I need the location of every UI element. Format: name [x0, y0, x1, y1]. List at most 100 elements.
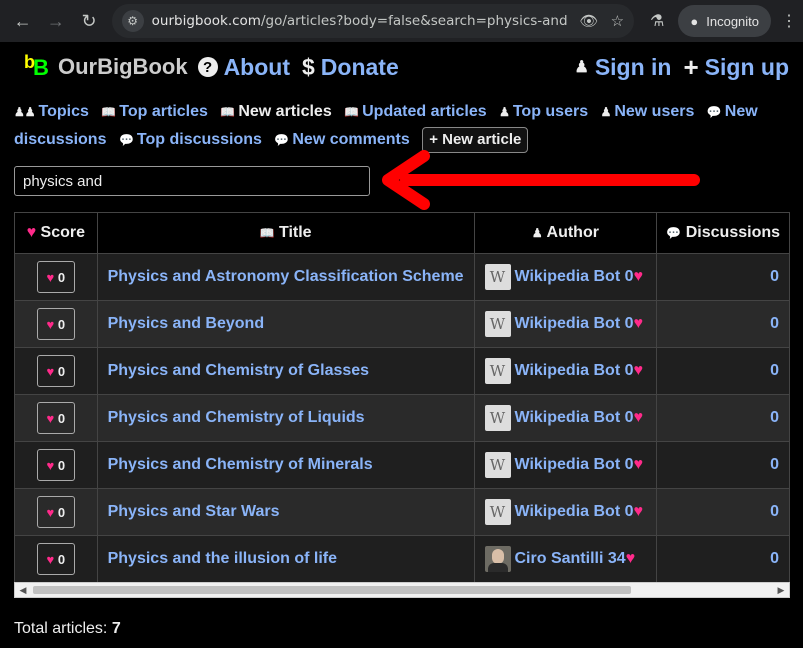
articles-table: ♥ Score 📖 Title ♟ Author 💬 Discussions ♥… [14, 212, 790, 583]
sign-in-link[interactable]: ♟ Sign in [574, 54, 671, 81]
discussions-count-link[interactable]: 0 [770, 503, 779, 520]
address-bar[interactable]: ⚙ ourbigbook.com/go/articles?body=false&… [111, 4, 635, 38]
wikipedia-avatar[interactable]: W [484, 405, 511, 431]
title-cell: Physics and Chemistry of Glasses [96, 347, 475, 395]
score-cell: ♥ 0 [14, 441, 98, 489]
heart-icon: ♥ [625, 550, 636, 567]
scroll-right-icon[interactable]: ▶ [773, 583, 789, 597]
article-title-link[interactable]: Physics and Chemistry of Liquids [98, 409, 365, 426]
browser-menu-icon[interactable]: ⋮ [781, 11, 797, 31]
like-button[interactable]: ♥ 0 [36, 496, 75, 528]
site-header: bB OurBigBook ? About $ Donate ♟ Sign in + S… [0, 42, 803, 92]
discussions-count-link[interactable]: 0 [770, 550, 779, 567]
article-title-link[interactable]: Physics and Star Wars [98, 503, 280, 520]
total-articles: Total articles: 7 [14, 620, 121, 637]
like-button[interactable]: ♥ 0 [36, 261, 75, 293]
dollar-icon: $ [301, 53, 315, 80]
heart-icon: ♥ [633, 409, 643, 426]
table-row: ♥ 0 Physics and Chemistry of Liquids W Wiki… [14, 394, 790, 442]
author-link[interactable]: Wikipedia Bot 0♥ [515, 315, 643, 332]
discussions-count-link[interactable]: 0 [770, 456, 779, 473]
author-link[interactable]: Wikipedia Bot 0♥ [515, 503, 643, 520]
plus-icon: + [429, 131, 438, 148]
like-button[interactable]: ♥ 0 [36, 543, 75, 575]
comment-icon: 💬 [118, 133, 134, 147]
wikipedia-avatar[interactable]: W [484, 264, 511, 290]
discussions-cell: 0 [656, 300, 790, 348]
author-link[interactable]: Wikipedia Bot 0♥ [515, 268, 643, 285]
like-button[interactable]: ♥ 0 [36, 402, 75, 434]
about-link[interactable]: ? About [197, 54, 290, 81]
articles-table-container: ♥ Score 📖 Title ♟ Author 💬 Discussions ♥… [14, 212, 790, 583]
users-icon: ♟♟ [14, 105, 36, 119]
discussions-cell: 0 [656, 535, 790, 583]
author-cell: W Wikipedia Bot 0♥ [473, 394, 658, 442]
discussions-header[interactable]: 💬 Discussions [656, 212, 790, 254]
heart-icon: ♥ [633, 503, 643, 520]
score-cell: ♥ 0 [14, 488, 98, 536]
nav-top-articles[interactable]: 📖 Top articles [101, 103, 208, 120]
article-title-link[interactable]: Physics and Chemistry of Minerals [98, 456, 373, 473]
incognito-badge[interactable]: ● Incognito [678, 5, 772, 37]
title-header[interactable]: 📖 Title [96, 212, 475, 254]
article-title-link[interactable]: Physics and the illusion of life [98, 550, 337, 567]
wikipedia-avatar[interactable]: W [484, 499, 511, 525]
wikipedia-avatar[interactable]: W [484, 311, 511, 337]
table-row: ♥ 0 Physics and Star Wars W Wikipedia Bot 0… [14, 488, 790, 536]
author-link[interactable]: Wikipedia Bot 0♥ [515, 409, 643, 426]
like-button[interactable]: ♥ 0 [36, 449, 75, 481]
table-row: ♥ 0 Physics and Chemistry of Minerals W Wik… [14, 441, 790, 489]
author-header[interactable]: ♟ Author [473, 212, 658, 254]
author-link[interactable]: Wikipedia Bot 0♥ [515, 456, 643, 473]
eye-off-icon[interactable]: 👁 [580, 12, 599, 30]
horizontal-scrollbar[interactable]: ◀ ▶ [14, 582, 790, 598]
score-header[interactable]: ♥ Score [14, 212, 98, 254]
ourbigbook-logo[interactable]: bB [24, 53, 52, 81]
score-cell: ♥ 0 [14, 394, 98, 442]
discussions-count-link[interactable]: 0 [770, 268, 779, 285]
nav-new-comments[interactable]: 💬 New comments [274, 131, 409, 148]
forward-icon[interactable]: → [39, 3, 72, 39]
score-cell: ♥ 0 [14, 300, 98, 348]
title-cell: Physics and Astronomy Classification Sch… [96, 253, 475, 301]
incognito-icon: ● [690, 13, 699, 29]
nav-topics[interactable]: ♟♟ Topics [14, 103, 89, 120]
user-avatar[interactable] [484, 546, 511, 572]
discussions-count-link[interactable]: 0 [770, 409, 779, 426]
score-cell: ♥ 0 [14, 347, 98, 395]
scrollbar-thumb[interactable] [33, 586, 631, 594]
search-input[interactable] [14, 166, 370, 196]
heart-icon: ♥ [46, 269, 55, 285]
nav-top-discussions[interactable]: 💬 Top discussions [119, 131, 262, 148]
like-button[interactable]: ♥ 0 [36, 308, 75, 340]
nav-new-articles[interactable]: 📖 New articles [220, 103, 331, 120]
nav-new-users[interactable]: ♟ New users [601, 103, 695, 120]
url-text[interactable]: ourbigbook.com/go/articles?body=false&se… [152, 13, 568, 29]
discussions-count-link[interactable]: 0 [770, 362, 779, 379]
wikipedia-avatar[interactable]: W [484, 452, 511, 478]
user-icon: ♟ [574, 59, 589, 76]
author-link[interactable]: Wikipedia Bot 0♥ [515, 362, 643, 379]
labs-flask-icon[interactable]: ⚗ [650, 11, 664, 31]
site-settings-icon[interactable]: ⚙ [121, 10, 144, 32]
wikipedia-avatar[interactable]: W [484, 358, 511, 384]
article-title-link[interactable]: Physics and Beyond [98, 315, 265, 332]
nav-top-users[interactable]: ♟ Top users [499, 103, 588, 120]
heart-icon: ♥ [633, 315, 643, 332]
reload-icon[interactable]: ↻ [72, 3, 105, 39]
discussions-count-link[interactable]: 0 [770, 315, 779, 332]
sign-up-link[interactable]: + Sign up [683, 52, 789, 83]
author-cell: Ciro Santilli 34♥ [473, 535, 658, 583]
back-icon[interactable]: ← [6, 3, 39, 39]
article-title-link[interactable]: Physics and Chemistry of Glasses [98, 362, 369, 379]
score-cell: ♥ 0 [14, 535, 98, 583]
bookmark-star-icon[interactable]: ☆ [611, 12, 624, 30]
heart-icon: ♥ [633, 362, 643, 379]
nav-updated-articles[interactable]: 📖 Updated articles [344, 103, 486, 120]
author-link[interactable]: Ciro Santilli 34♥ [515, 550, 636, 567]
article-title-link[interactable]: Physics and Astronomy Classification Sch… [98, 268, 464, 285]
brand-name[interactable]: OurBigBook [58, 54, 188, 80]
like-button[interactable]: ♥ 0 [36, 355, 75, 387]
scroll-left-icon[interactable]: ◀ [15, 583, 31, 597]
donate-link[interactable]: $ Donate [302, 54, 399, 81]
